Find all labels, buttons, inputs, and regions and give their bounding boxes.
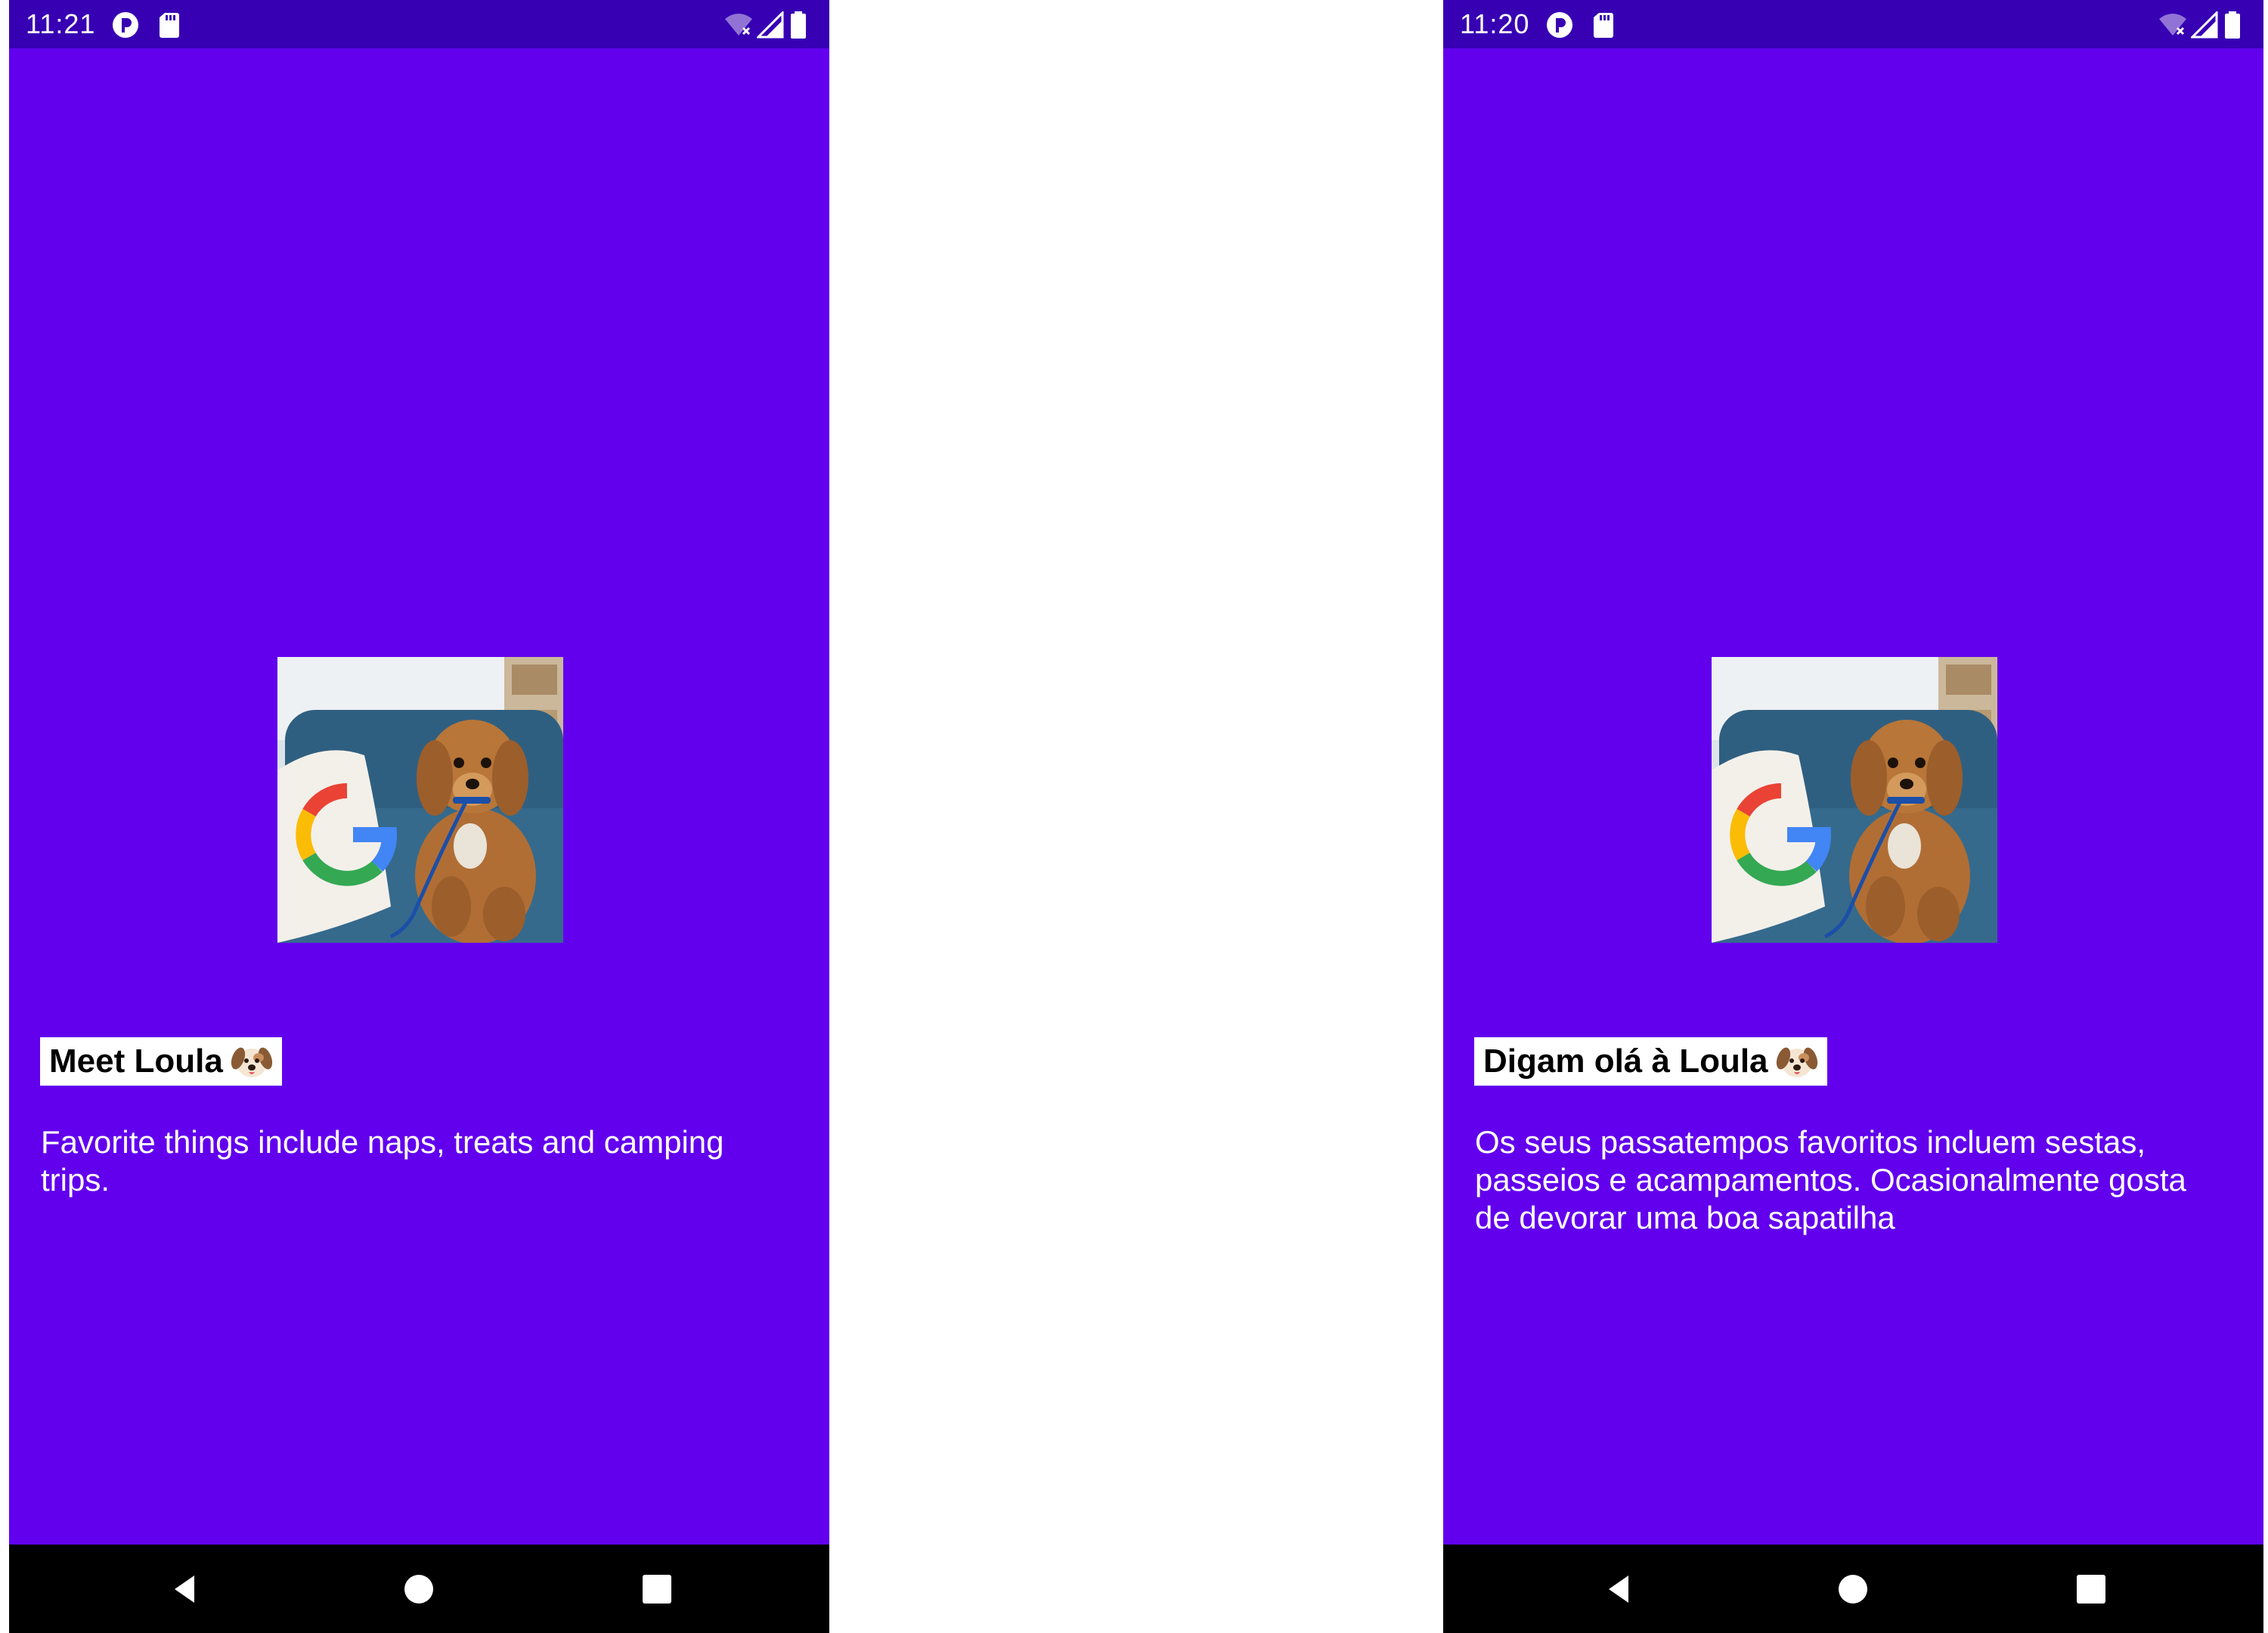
content-area: Digam olá à Loula Os seus passatempos fa… <box>1443 48 2263 1553</box>
recents-button[interactable] <box>634 1566 680 1612</box>
status-time: 11:20 <box>1460 8 1530 39</box>
app-notification-icon <box>113 12 138 38</box>
app-notification-icon <box>1547 12 1572 38</box>
home-button[interactable] <box>1830 1566 1876 1612</box>
status-bar: 11:20 <box>1443 0 2263 48</box>
title-text: Digam olá à Loula <box>1483 1043 1768 1080</box>
home-button[interactable] <box>396 1566 442 1612</box>
status-time: 11:21 <box>26 8 96 39</box>
sd-card-icon <box>160 13 179 38</box>
navigation-bar <box>9 1545 829 1633</box>
title-text: Meet Loula <box>49 1043 223 1080</box>
dog-name-title: Digam olá à Loula <box>1474 1037 1827 1086</box>
wifi-off-icon <box>725 14 752 36</box>
status-right-icons <box>2158 11 2263 39</box>
phone-screen-portuguese: 11:20 Digam olá à Loula Os seus passatem… <box>1443 0 2263 1633</box>
dog-name-title: Meet Loula <box>40 1037 282 1086</box>
back-button[interactable] <box>1598 1566 1644 1612</box>
dog-photo-image <box>1712 657 1997 943</box>
wifi-off-icon <box>2159 14 2186 36</box>
sd-card-icon <box>1594 13 1613 38</box>
recents-button[interactable] <box>2068 1566 2114 1612</box>
dog-photo <box>277 657 563 943</box>
battery-icon <box>2225 11 2240 39</box>
dog-face-icon <box>1776 1047 1817 1077</box>
dog-description: Os seus passatempos favoritos incluem se… <box>1475 1124 2186 1235</box>
cellular-signal-icon <box>2191 11 2218 39</box>
battery-icon <box>791 11 806 39</box>
cellular-signal-icon <box>757 11 784 39</box>
status-right-icons <box>723 11 829 39</box>
dog-photo <box>1712 657 1997 943</box>
status-bar: 11:21 <box>9 0 829 48</box>
back-button[interactable] <box>164 1566 209 1612</box>
content-area: Meet Loula Favorite things include naps,… <box>9 48 829 1553</box>
dog-photo-image <box>277 657 563 943</box>
navigation-bar <box>1443 1545 2263 1633</box>
phone-screen-english: 11:21 Meet Loula Favorite things include… <box>9 0 829 1633</box>
dog-face-icon <box>231 1047 272 1077</box>
dog-description: Favorite things include naps, treats and… <box>41 1124 724 1198</box>
